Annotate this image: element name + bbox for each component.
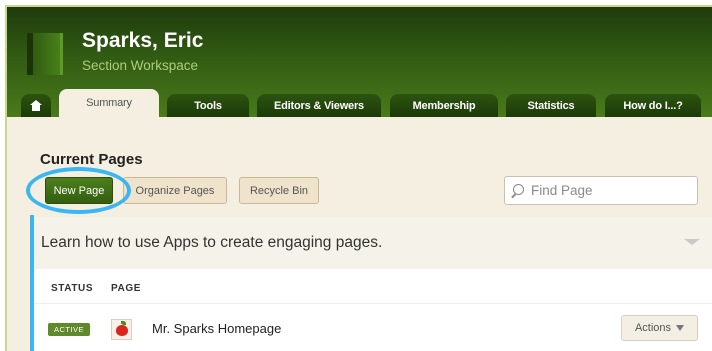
book-icon — [27, 33, 63, 75]
learn-banner-text: Learn how to use Apps to create engaging… — [41, 217, 712, 269]
home-icon — [30, 100, 42, 111]
tab-how-do-i[interactable]: How do I...? — [605, 94, 701, 117]
workspace-title: Sparks, Eric — [82, 29, 204, 52]
pages-panel: Learn how to use Apps to create engaging… — [31, 217, 712, 351]
find-page-input[interactable] — [531, 183, 691, 198]
column-header-status: STATUS — [51, 283, 94, 294]
tab-editors-viewers[interactable]: Editors & Viewers — [257, 94, 381, 117]
page-title-link[interactable]: Mr. Sparks Homepage — [152, 321, 281, 336]
tab-statistics[interactable]: Statistics — [506, 94, 596, 117]
tab-home[interactable] — [21, 94, 51, 117]
actions-dropdown[interactable]: Actions — [621, 315, 698, 341]
highlight-line — [30, 215, 34, 351]
row-divider — [31, 303, 712, 304]
find-page-field[interactable] — [504, 176, 698, 205]
main-content: Current Pages New Page Organize Pages Re… — [7, 117, 712, 351]
actions-label: Actions — [634, 322, 672, 334]
status-badge: ACTIVE — [48, 323, 90, 336]
column-header-page: PAGE — [111, 283, 141, 294]
caret-down-icon — [676, 325, 685, 331]
workspace-frame: Sparks, Eric Section Workspace Summary T… — [5, 5, 712, 351]
recycle-bin-button[interactable]: Recycle Bin — [239, 177, 319, 204]
organize-pages-button[interactable]: Organize Pages — [123, 177, 227, 204]
tab-bar: Summary Tools Editors & Viewers Membersh… — [7, 89, 712, 117]
highlight-circle — [26, 167, 131, 214]
search-icon — [505, 177, 527, 204]
workspace-subtitle: Section Workspace — [82, 58, 199, 73]
current-pages-heading: Current Pages — [40, 151, 143, 168]
apple-icon — [111, 319, 132, 340]
chevron-down-icon[interactable] — [684, 239, 700, 245]
workspace-header: Sparks, Eric Section Workspace Summary T… — [7, 7, 712, 117]
tab-membership[interactable]: Membership — [390, 94, 498, 117]
tab-summary[interactable]: Summary — [59, 89, 159, 117]
tab-tools[interactable]: Tools — [167, 94, 249, 117]
